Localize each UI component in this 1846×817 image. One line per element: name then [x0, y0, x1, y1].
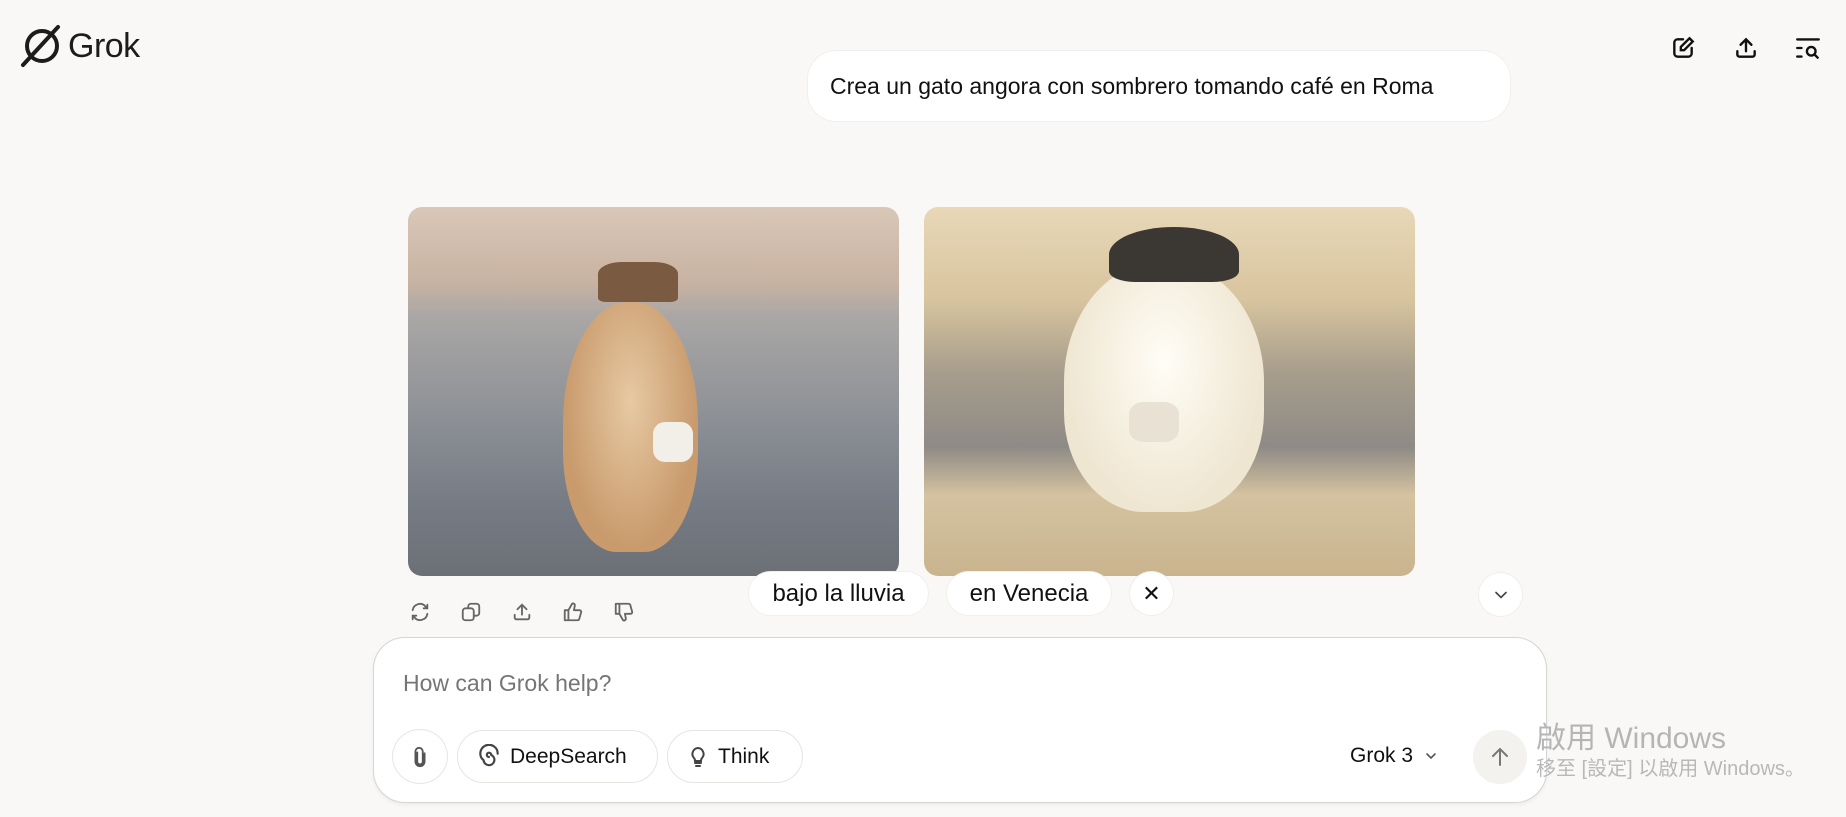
user-message-bubble: Crea un gato angora con sombrero tomando… [808, 51, 1510, 121]
deepsearch-button[interactable]: DeepSearch [457, 730, 658, 783]
chevron-down-icon [1494, 591, 1507, 599]
like-button[interactable] [558, 598, 588, 626]
suggestion-chip-2[interactable]: en Venecia [947, 572, 1111, 615]
history-button[interactable] [1793, 33, 1823, 63]
suggestion-chip-1[interactable]: bajo la lluvia [749, 572, 928, 615]
model-label: Grok 3 [1350, 744, 1414, 767]
model-selector[interactable]: Grok 3 [1350, 744, 1439, 768]
attach-button[interactable] [393, 730, 447, 783]
user-message-text: Crea un gato angora con sombrero tomando… [830, 72, 1434, 99]
edit-icon [1673, 36, 1695, 58]
think-button[interactable]: Think [667, 730, 803, 783]
arrow-up-icon [1492, 747, 1508, 766]
share-button[interactable] [1731, 33, 1761, 63]
deepsearch-icon [479, 743, 499, 766]
thumbs-down-icon [614, 602, 634, 622]
generated-image-1[interactable] [408, 207, 899, 576]
upload-icon [1736, 37, 1756, 58]
share-icon [513, 603, 531, 621]
think-label: Think [718, 744, 770, 768]
logo-text: Grok [68, 26, 140, 65]
deepsearch-label: DeepSearch [510, 744, 627, 768]
prompt-input[interactable] [403, 670, 1503, 697]
grok-logo[interactable]: Grok [20, 24, 140, 68]
scroll-down-button[interactable] [1479, 573, 1522, 616]
regenerate-button[interactable] [405, 598, 435, 626]
generated-image-2[interactable] [924, 207, 1415, 576]
windows-activation-title: 啟用 Windows [1536, 722, 1727, 755]
history-search-icon [1796, 38, 1820, 59]
chevron-down-icon [1426, 753, 1436, 760]
copy-icon [461, 602, 481, 622]
message-actions [405, 598, 639, 626]
lightbulb-icon [691, 746, 705, 767]
share-response-button[interactable] [507, 598, 537, 626]
windows-activation-subtitle: 移至 [設定] 以啟用 Windows。 [1536, 758, 1805, 780]
composer: DeepSearch Think Grok 3 [373, 637, 1547, 803]
thumbs-up-icon [563, 602, 583, 622]
paperclip-icon [414, 746, 426, 767]
grok-logo-icon [21, 25, 60, 67]
copy-button[interactable] [456, 598, 486, 626]
regenerate-icon [411, 603, 429, 621]
new-chat-button[interactable] [1668, 33, 1698, 63]
dismiss-suggestions-button[interactable]: ✕ [1130, 572, 1173, 615]
dislike-button[interactable] [609, 598, 639, 626]
send-button[interactable] [1473, 730, 1527, 784]
